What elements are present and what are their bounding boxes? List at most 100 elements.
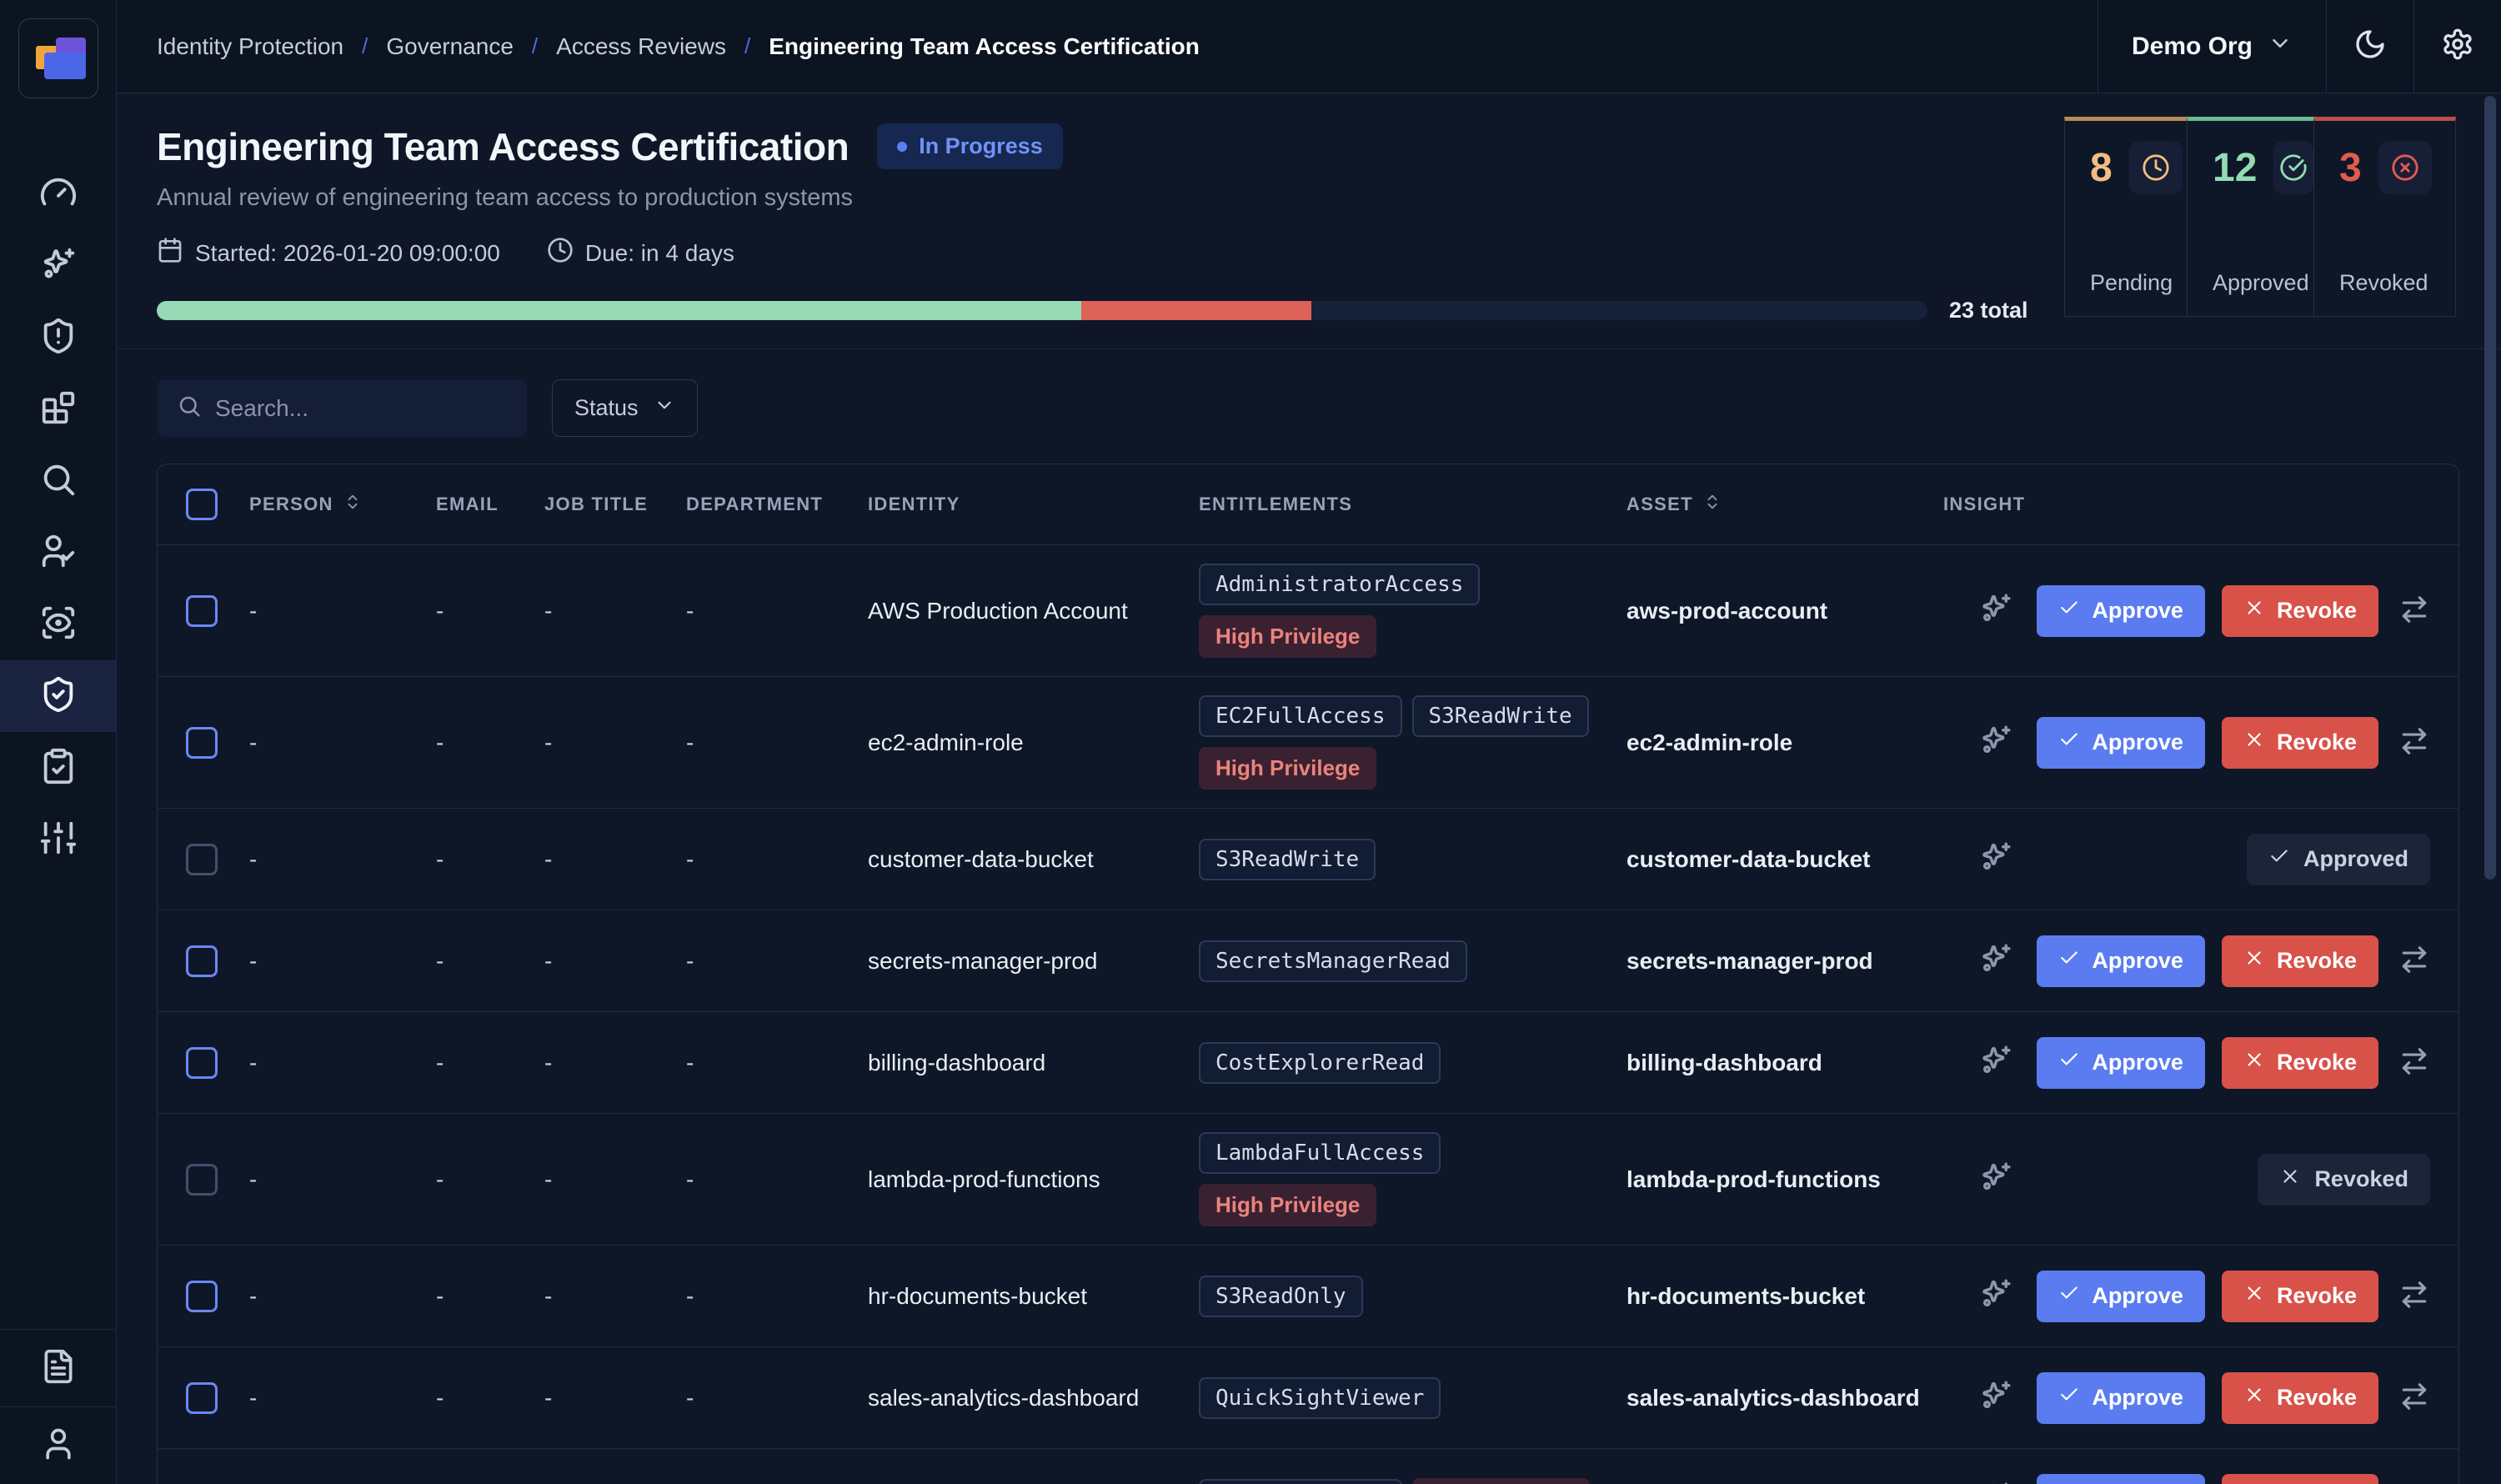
breadcrumb-item[interactable]: Governance <box>386 33 514 60</box>
row-checkbox[interactable] <box>186 1382 218 1414</box>
entitlement-chip: EC2FullAccess <box>1199 695 1402 737</box>
settings-button[interactable] <box>2413 0 2501 93</box>
insight-sparkles-icon[interactable] <box>1978 840 2013 877</box>
person-cell: - <box>249 1283 436 1310</box>
scrollbar-thumb[interactable] <box>2484 96 2496 880</box>
breadcrumb-item[interactable]: Identity Protection <box>157 33 343 60</box>
check-icon <box>2058 729 2080 756</box>
approve-button[interactable]: Approve <box>2037 935 2205 987</box>
status-filter-label: Status <box>574 395 639 421</box>
revoke-button[interactable]: Revoke <box>2222 717 2378 769</box>
identity-cell: secrets-manager-prod <box>868 948 1199 975</box>
approve-button[interactable]: Approve <box>2037 585 2205 637</box>
row-checkbox[interactable] <box>186 595 218 627</box>
person-cell: - <box>249 729 436 756</box>
approve-button[interactable]: Approve <box>2037 1037 2205 1089</box>
insight-sparkles-icon[interactable] <box>1978 591 2013 629</box>
sidebar-item-sliders[interactable] <box>0 804 116 875</box>
insight-sparkles-icon[interactable] <box>1978 1480 2013 1484</box>
department-cell: - <box>686 1050 868 1076</box>
org-switcher[interactable]: Demo Org <box>2098 0 2326 93</box>
row-checkbox[interactable] <box>186 1164 218 1196</box>
column-header-insight: INSIGHT <box>1943 494 2093 515</box>
row-checkbox[interactable] <box>186 844 218 875</box>
insight-sparkles-icon[interactable] <box>1978 1276 2013 1314</box>
person-cell: - <box>249 948 436 975</box>
swap-icon[interactable] <box>2398 1279 2430 1313</box>
actions-cell: Approved <box>2093 834 2458 885</box>
due-label: Due: in 4 days <box>585 240 734 267</box>
insight-sparkles-icon[interactable] <box>1978 1160 2013 1197</box>
approve-button[interactable]: Approve <box>2037 1271 2205 1322</box>
shield-check-icon <box>39 675 78 718</box>
department-cell: - <box>686 846 868 873</box>
row-checkbox[interactable] <box>186 1047 218 1079</box>
content: Status PERSONEMAILJOB TITLEDEPARTMENTIDE… <box>117 349 2501 1484</box>
swap-icon[interactable] <box>2398 1045 2430 1080</box>
breadcrumb-item[interactable]: Access Reviews <box>556 33 726 60</box>
sidebar-item-file-text[interactable] <box>0 1329 116 1406</box>
department-cell: - <box>686 1385 868 1411</box>
status-filter-dropdown[interactable]: Status <box>552 379 698 437</box>
approved-status-badge: Approved <box>2247 834 2430 885</box>
entitlements-cell: AdministratorAccessHigh Privilege <box>1199 564 1613 658</box>
x-icon <box>2279 1166 2301 1193</box>
table-row: ----ec2-admin-roleEC2FullAccessS3ReadWri… <box>158 677 2458 809</box>
insight-sparkles-icon[interactable] <box>1978 723 2013 760</box>
insight-sparkles-icon[interactable] <box>1978 1378 2013 1416</box>
revoke-button[interactable]: Revoke <box>2222 935 2378 987</box>
person-cell: - <box>249 1385 436 1411</box>
sidebar <box>0 0 117 1484</box>
swap-icon[interactable] <box>2398 944 2430 978</box>
sidebar-item-shield-alert[interactable] <box>0 302 116 374</box>
revoke-button[interactable]: Revoke <box>2222 1037 2378 1089</box>
column-header-identity: IDENTITY <box>868 494 1199 515</box>
column-header-email: EMAIL <box>436 494 544 515</box>
row-checkbox[interactable] <box>186 1281 218 1312</box>
sort-icon[interactable] <box>343 493 362 516</box>
progress-approved-segment <box>157 301 1081 320</box>
app-logo[interactable] <box>18 18 98 98</box>
insight-sparkles-icon[interactable] <box>1978 1043 2013 1080</box>
search-input[interactable] <box>215 395 507 422</box>
entitlements-cell: LambdaFullAccessHigh Privilege <box>1199 1132 1613 1226</box>
sort-icon[interactable] <box>1703 493 1722 516</box>
table-row: ----AWS Production AccountAdministratorA… <box>158 545 2458 677</box>
sidebar-item-sparkles[interactable] <box>0 230 116 302</box>
approve-button[interactable]: Approve <box>2037 1474 2205 1484</box>
job-title-cell: - <box>544 598 686 624</box>
sidebar-item-scan-eye[interactable] <box>0 589 116 660</box>
swap-icon[interactable] <box>2398 594 2430 628</box>
table-row: ----secrets-manager-prodSecretsManagerRe… <box>158 910 2458 1012</box>
approve-button[interactable]: Approve <box>2037 717 2205 769</box>
sidebar-item-clipboard-check[interactable] <box>0 732 116 804</box>
revoke-button[interactable]: Revoke <box>2222 1372 2378 1424</box>
revoke-button[interactable]: Revoke <box>2222 1271 2378 1322</box>
access-review-table: PERSONEMAILJOB TITLEDEPARTMENTIDENTITYEN… <box>157 464 2459 1484</box>
sidebar-item-search[interactable] <box>0 445 116 517</box>
email-cell: - <box>436 1050 544 1076</box>
clock-icon <box>2129 141 2183 194</box>
sidebar-item-blocks[interactable] <box>0 374 116 445</box>
asset-cell: customer-data-bucket <box>1626 846 1943 873</box>
sidebar-item-shield-check[interactable] <box>0 660 116 732</box>
theme-toggle-button[interactable] <box>2326 0 2413 93</box>
column-header-asset: ASSET <box>1626 493 1943 516</box>
select-all-checkbox[interactable] <box>186 489 218 520</box>
insight-sparkles-icon[interactable] <box>1978 941 2013 979</box>
sidebar-item-gauge[interactable] <box>0 158 116 230</box>
entitlements-cell: RDSFullAccessHigh Privilege <box>1199 1478 1613 1484</box>
sidebar-item-user-check[interactable] <box>0 517 116 589</box>
approve-button[interactable]: Approve <box>2037 1372 2205 1424</box>
breadcrumb-separator: / <box>362 33 368 59</box>
sidebar-item-user[interactable] <box>0 1406 116 1484</box>
entitlement-chip: LambdaFullAccess <box>1199 1132 1441 1174</box>
row-checkbox[interactable] <box>186 727 218 759</box>
breadcrumb: Identity Protection/Governance/Access Re… <box>117 0 1200 93</box>
row-checkbox[interactable] <box>186 945 218 977</box>
swap-icon[interactable] <box>2398 1381 2430 1415</box>
revoke-button[interactable]: Revoke <box>2222 1474 2378 1484</box>
swap-icon[interactable] <box>2398 725 2430 760</box>
revoke-button[interactable]: Revoke <box>2222 585 2378 637</box>
sidebar-nav <box>0 158 116 875</box>
